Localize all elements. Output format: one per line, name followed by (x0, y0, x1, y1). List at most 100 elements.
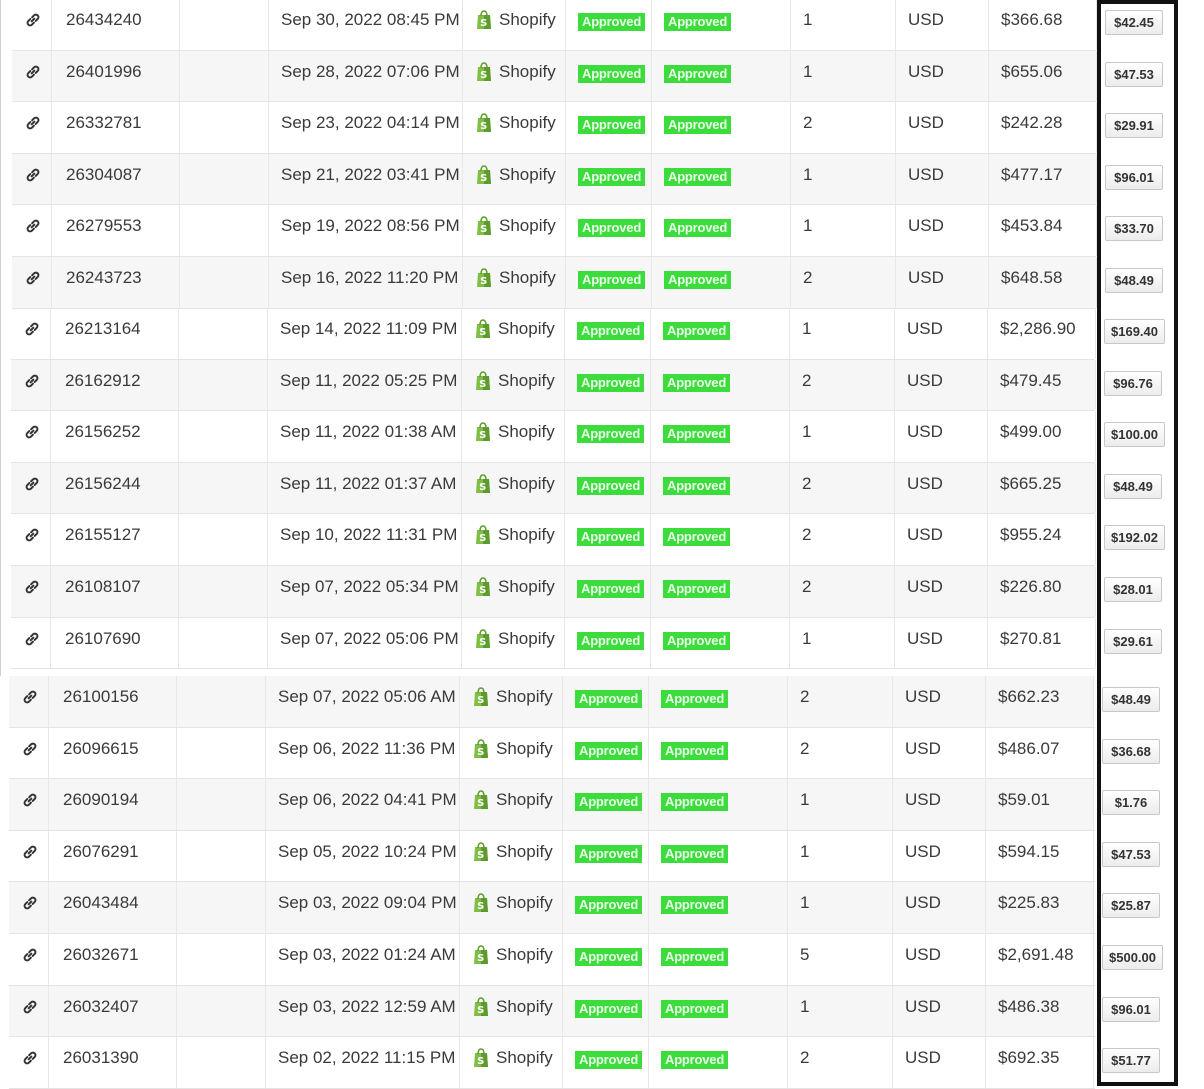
link-icon[interactable] (24, 217, 42, 235)
commission-button[interactable]: $96.01 (1105, 164, 1163, 190)
commission-button[interactable]: $42.45 (1105, 10, 1163, 35)
table-cell: Approved (565, 411, 651, 462)
link-icon[interactable] (21, 843, 39, 861)
commission-button[interactable]: $192.02 (1104, 525, 1165, 551)
commission-button[interactable]: $29.91 (1105, 113, 1163, 139)
table-cell: 26332781 (52, 102, 180, 153)
table-cell (9, 882, 49, 933)
link-icon[interactable] (23, 578, 41, 596)
currency: USD (907, 319, 943, 338)
link-icon[interactable] (21, 946, 39, 964)
table-cell: Sep 03, 2022 01:24 AM (266, 934, 460, 985)
link-icon[interactable] (23, 475, 41, 493)
platform-label: Shopify (498, 370, 555, 390)
commission-cell: $100.00 (1096, 411, 1176, 462)
shopify-bag-icon: S (472, 842, 490, 862)
quantity: 2 (802, 473, 812, 493)
link-icon[interactable] (21, 688, 39, 706)
table-cell: Approved (566, 102, 652, 153)
commission-button[interactable]: $169.40 (1104, 319, 1165, 344)
table-row: 26243723 Sep 16, 2022 11:20 PM S Shopify App… (12, 257, 1177, 309)
table-cell: S Shopify (460, 882, 563, 933)
commission-button[interactable]: $33.70 (1105, 216, 1163, 242)
order-total: $453.84 (1001, 216, 1063, 236)
payment-status-badge: Approved (663, 631, 731, 650)
shopify-bag-icon: S (474, 319, 492, 339)
table-cell: 1 (788, 779, 893, 830)
order-date: Sep 14, 2022 11:09 PM (280, 319, 458, 338)
order-id: 26076291 (63, 841, 139, 861)
link-icon[interactable] (23, 526, 41, 544)
commission-button[interactable]: $1.76 (1102, 790, 1160, 816)
payment-status-badge: Approved (664, 219, 732, 238)
table-cell (12, 50, 52, 102)
link-icon[interactable] (21, 894, 39, 912)
commission-button[interactable]: $96.76 (1104, 370, 1162, 396)
order-date: Sep 03, 2022 01:24 AM (278, 945, 456, 964)
table-cell: S Shopify (463, 0, 566, 50)
commission-button[interactable]: $100.00 (1104, 422, 1165, 448)
table-cell: S Shopify (463, 102, 566, 153)
commission-button[interactable]: $51.77 (1102, 1048, 1160, 1074)
svg-text:S: S (477, 798, 484, 809)
table-cell: Approved (566, 205, 652, 256)
order-date: Sep 06, 2022 04:41 PM (278, 790, 457, 810)
commission-button[interactable]: $48.49 (1104, 473, 1162, 499)
table-cell: Sep 06, 2022 11:36 PM (266, 727, 460, 779)
order-id: 26156244 (65, 473, 141, 493)
link-icon[interactable] (23, 630, 41, 648)
table-row: 26108107 Sep 07, 2022 05:34 PM S Shopify App… (11, 566, 1176, 618)
commission-button[interactable]: $96.01 (1102, 996, 1160, 1022)
commission-button[interactable]: $48.49 (1105, 268, 1163, 293)
table-cell (11, 617, 51, 669)
link-icon[interactable] (21, 740, 39, 758)
table-cell: USD (895, 617, 988, 669)
link-icon[interactable] (21, 1049, 39, 1067)
platform: S Shopify (475, 113, 556, 133)
table-cell: Sep 11, 2022 05:25 PM (268, 359, 462, 411)
order-total: $486.07 (998, 738, 1060, 758)
table-cell: S Shopify (462, 514, 565, 565)
table-cell (12, 0, 52, 50)
table-cell: S Shopify (463, 50, 566, 102)
currency: USD (908, 61, 944, 81)
commission-cell: $25.87 (1094, 882, 1174, 933)
status-badge: Approved (575, 690, 643, 708)
table-cell: USD (895, 462, 988, 514)
link-icon[interactable] (24, 114, 42, 132)
commission-button[interactable]: $48.49 (1102, 687, 1160, 712)
commission-button[interactable]: $28.01 (1104, 577, 1162, 602)
link-icon[interactable] (23, 320, 41, 338)
table-cell: USD (896, 205, 989, 256)
table-cell: Approved (651, 514, 790, 565)
link-icon[interactable] (23, 423, 41, 441)
table-cell: USD (893, 727, 986, 779)
table-row: 26304087 Sep 21, 2022 03:41 PM S Shopify App… (12, 153, 1177, 206)
commission-button[interactable]: $29.61 (1104, 628, 1162, 654)
table-cell: Sep 28, 2022 07:06 PM (269, 50, 463, 102)
link-icon[interactable] (24, 269, 42, 287)
svg-text:S: S (480, 121, 487, 132)
link-icon[interactable] (23, 372, 41, 390)
table-cell (9, 676, 49, 727)
table-cell: S Shopify (463, 205, 566, 256)
order-total: $225.83 (998, 893, 1060, 913)
link-icon[interactable] (24, 166, 42, 184)
table-cell: 26156244 (51, 462, 179, 514)
platform-label: Shopify (499, 164, 556, 184)
status-badge: Approved (577, 476, 645, 495)
commission-button[interactable]: $500.00 (1102, 945, 1163, 970)
quantity: 1 (800, 893, 810, 913)
commission-button[interactable]: $47.53 (1105, 61, 1163, 87)
link-icon[interactable] (21, 998, 39, 1016)
table-cell: S Shopify (463, 153, 566, 205)
commission-button[interactable]: $25.87 (1102, 893, 1160, 919)
payment-status-badge: Approved (663, 580, 731, 598)
link-icon[interactable] (21, 791, 39, 809)
table-row: 26155127 Sep 10, 2022 11:31 PM S Shopify App… (11, 514, 1176, 566)
commission-button[interactable]: $36.68 (1102, 738, 1160, 764)
table-cell: 26156252 (51, 411, 179, 462)
commission-button[interactable]: $47.53 (1102, 841, 1160, 867)
link-icon[interactable] (24, 63, 42, 81)
link-icon[interactable] (24, 11, 42, 29)
